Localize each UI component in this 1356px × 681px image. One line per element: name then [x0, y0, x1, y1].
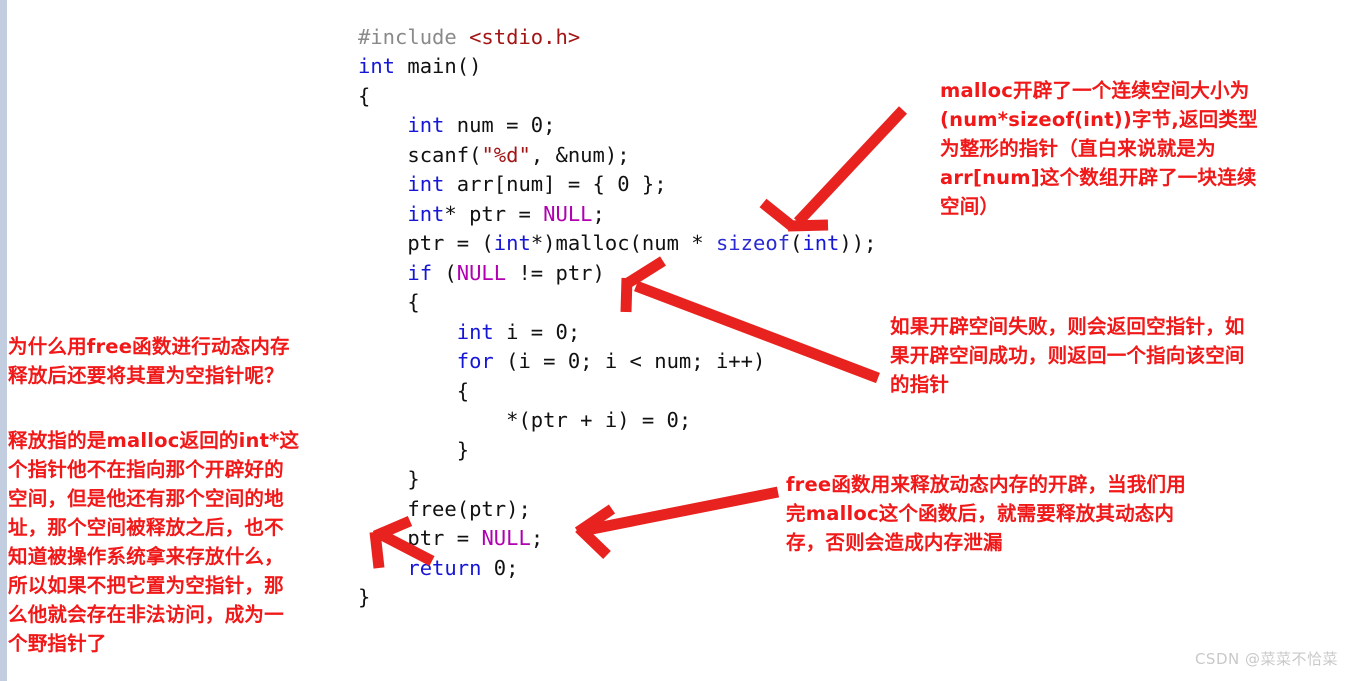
code-token: , &num);: [530, 142, 630, 167]
annotation-question-note: 为什么用free函数进行动态内存 释放后还要将其置为空指针呢？: [8, 335, 290, 387]
code-token: int: [802, 231, 840, 255]
code-token: *)malloc(num *: [530, 231, 716, 255]
code-token: ptr =: [407, 526, 482, 550]
code-token: 0;: [481, 555, 519, 580]
code-line: }: [358, 583, 876, 613]
code-line: int* ptr = NULL;: [358, 200, 876, 230]
code-token: main(): [395, 54, 482, 78]
annotation-malloc-note: malloc开辟了一个连续空间大小为 (num*sizeof(int))字节,返…: [940, 79, 1258, 218]
code-token: for: [456, 349, 494, 373]
code-token: (: [432, 260, 457, 285]
code-token: int: [407, 172, 445, 196]
code-line: int i = 0;: [358, 318, 876, 348]
left-edge-accent-bar: [0, 0, 7, 681]
code-line: if (NULL != ptr): [358, 259, 876, 289]
code-line: int main(): [358, 52, 876, 82]
code-token: NULL: [456, 260, 507, 285]
code-line: {: [358, 82, 876, 112]
code-token: "%d": [481, 142, 531, 167]
code-token: return: [407, 555, 482, 580]
code-line: int arr[num] = { 0 };: [358, 170, 876, 200]
code-line: for (i = 0; i < num; i++): [358, 347, 876, 377]
code-token: ;: [592, 201, 605, 226]
annotated-code-figure: #include <stdio.h> int main(){ int num = …: [0, 0, 1356, 681]
annotation-null-check-note: 如果开辟空间失败，则会返回空指针，如 果开辟空间成功，则返回一个指向该空间 的指…: [890, 315, 1245, 396]
code-token: num = 0;: [444, 113, 556, 137]
code-line: }: [358, 436, 876, 466]
code-token: #include: [358, 24, 470, 49]
annotation-free-note: free函数用来释放动态内存的开辟，当我们用 完malloc这个函数后，就需要释…: [786, 473, 1186, 554]
code-line: {: [358, 377, 876, 407]
code-token: ;: [530, 526, 544, 550]
code-token: }: [456, 437, 470, 462]
code-token: <stdio.h>: [469, 24, 581, 49]
code-line: #include <stdio.h>: [358, 23, 876, 53]
code-token: i = 0;: [493, 319, 581, 344]
code-token: int: [407, 113, 445, 137]
code-token: != ptr): [506, 260, 605, 285]
code-line: scanf("%d", &num);: [358, 141, 876, 171]
code-token: sizeof: [715, 231, 791, 255]
code-token: {: [407, 290, 420, 314]
code-token: (: [790, 231, 803, 255]
code-token: arr[num] = { 0 };: [444, 172, 667, 196]
code-token: {: [456, 378, 470, 403]
code-token: int: [456, 319, 494, 344]
code-token: scanf(: [407, 142, 482, 167]
code-token: if: [407, 260, 433, 285]
code-line: ptr = (int*)malloc(num * sizeof(int));: [358, 229, 876, 259]
code-token: *(ptr + i) = 0;: [506, 408, 692, 432]
code-token: ptr = (: [407, 231, 494, 255]
code-token: free(ptr);: [407, 496, 531, 521]
csdn-watermark: CSDN @菜菜不恰菜: [1194, 650, 1338, 668]
code-line: return 0;: [358, 554, 876, 584]
code-token: ));: [839, 231, 877, 255]
code-line: {: [358, 288, 876, 318]
code-token: int: [493, 231, 531, 255]
code-token: }: [407, 467, 420, 491]
code-token: {: [358, 83, 371, 108]
code-token: (i = 0; i < num; i++): [493, 349, 766, 373]
code-token: * ptr =: [444, 201, 544, 226]
annotation-why-null-note: 释放指的是malloc返回的int*这 个指针他不在指向那个开辟好的 空间，但是…: [8, 429, 300, 655]
code-token: int: [407, 201, 445, 226]
code-token: NULL: [481, 526, 531, 550]
code-line: int num = 0;: [358, 111, 876, 141]
code-token: int: [358, 54, 396, 78]
code-line: *(ptr + i) = 0;: [358, 406, 876, 436]
code-token: NULL: [543, 201, 593, 226]
